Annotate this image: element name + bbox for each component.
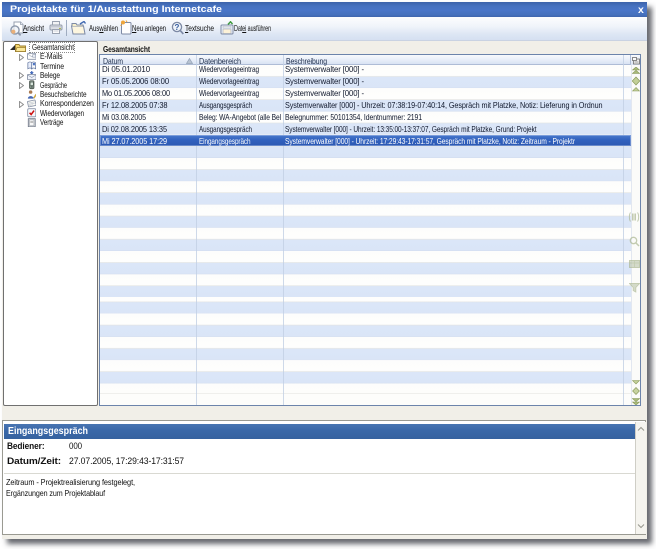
svg-text:?: ? [175,23,180,32]
